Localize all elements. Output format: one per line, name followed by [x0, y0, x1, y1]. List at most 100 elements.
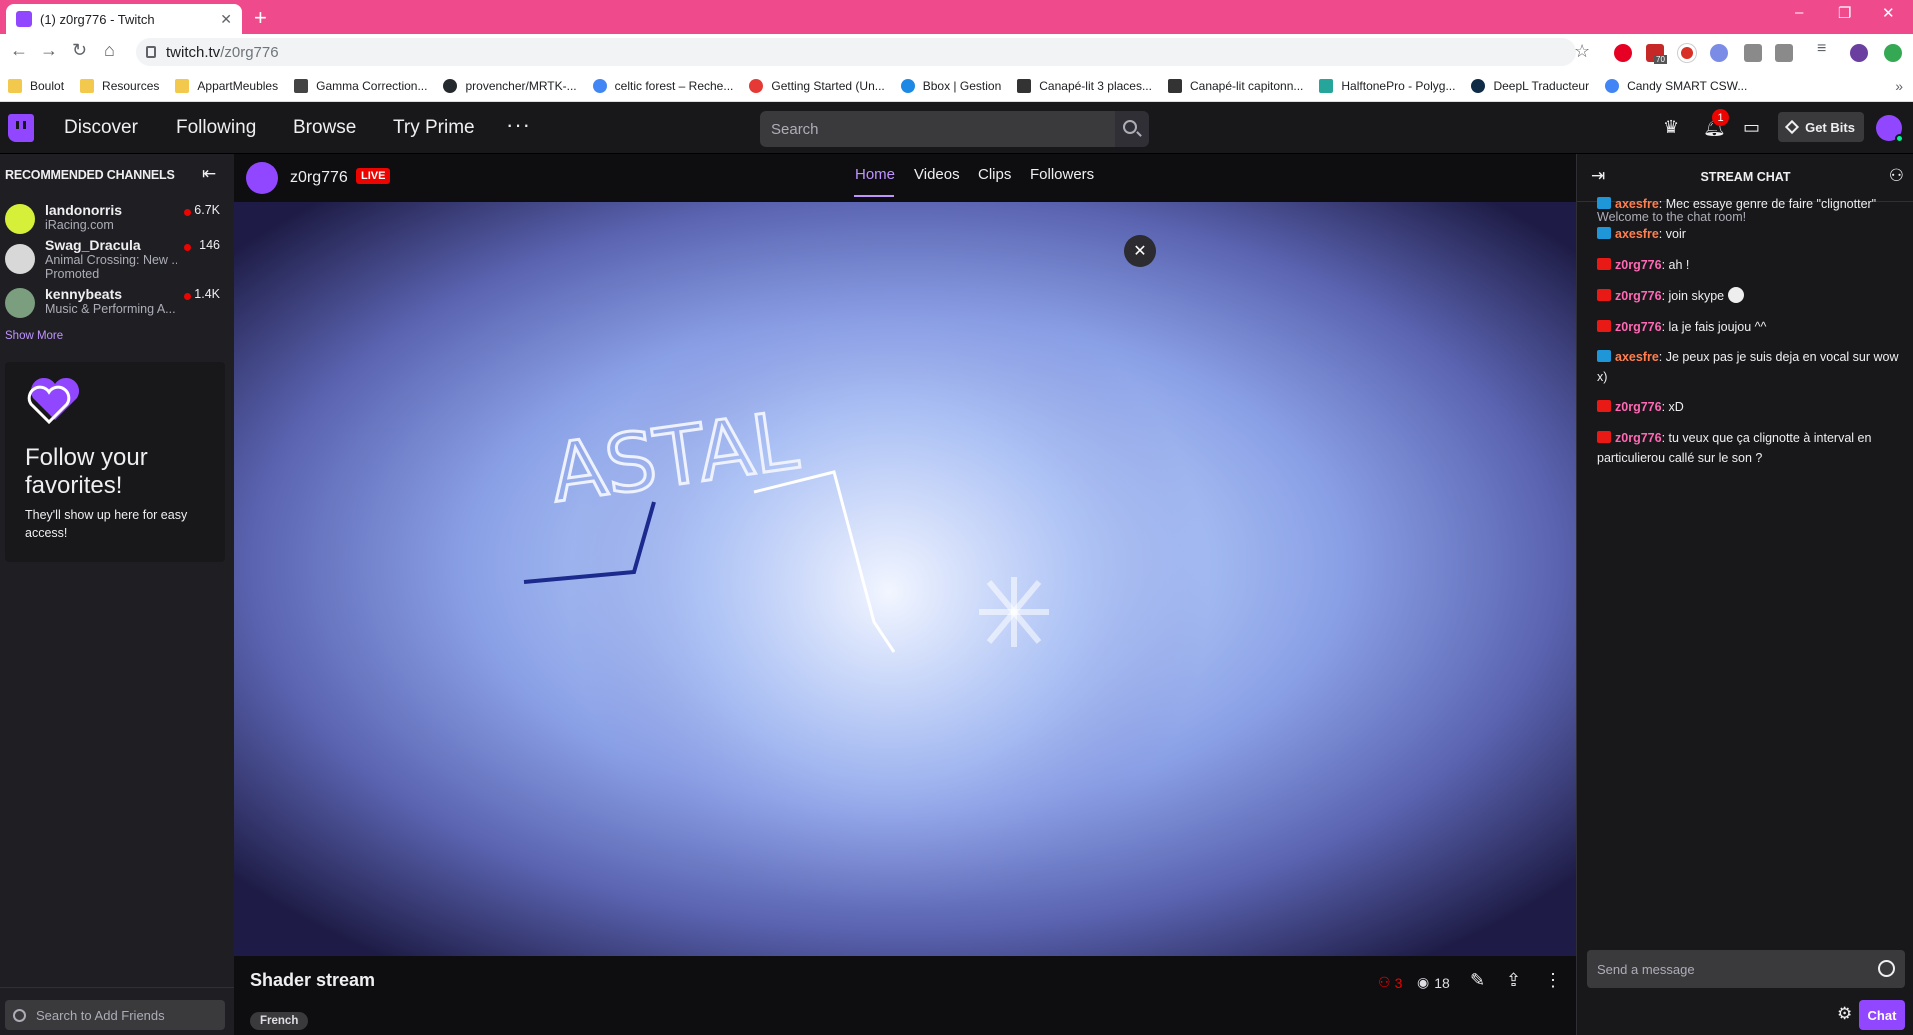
bookmark-item[interactable]: HalftonePro - Polyg...	[1319, 78, 1456, 93]
url-bar[interactable]: twitch.tv/z0rg776	[136, 38, 1576, 66]
extension-icon[interactable]	[1678, 44, 1696, 62]
bookmark-item[interactable]: Resources	[80, 78, 159, 93]
restore-button[interactable]: ❐	[1838, 4, 1851, 22]
more-bookmarks-icon[interactable]: »	[1895, 78, 1903, 94]
channel-avatar	[5, 288, 35, 318]
more-options-icon[interactable]: ···	[506, 112, 531, 138]
tab-close-icon[interactable]: ✕	[220, 11, 232, 28]
chat-settings-gear-icon[interactable]: ⚙	[1837, 1004, 1852, 1024]
bookmark-item[interactable]: Canapé-lit 3 places...	[1017, 78, 1152, 93]
language-tag[interactable]: French	[250, 1012, 309, 1030]
browser-tab[interactable]: (1) z0rg776 - Twitch ✕	[6, 4, 242, 34]
reload-icon[interactable]: ↻	[72, 40, 87, 61]
tab-home[interactable]: Home	[855, 166, 895, 183]
extension-icon[interactable]	[1744, 44, 1762, 62]
emote-icon[interactable]	[1728, 287, 1745, 303]
chat-username[interactable]: z0rg776	[1615, 400, 1662, 414]
broadcaster-badge-icon[interactable]	[1597, 431, 1611, 443]
nav-try-prime[interactable]: Try Prime	[393, 117, 475, 139]
twitch-logo-icon[interactable]	[8, 114, 34, 142]
bookmark-item[interactable]: DeepL Traducteur	[1471, 78, 1589, 93]
share-icon[interactable]: ⇪	[1506, 970, 1521, 991]
chat-username[interactable]: axesfre	[1615, 197, 1659, 211]
search-button[interactable]	[1115, 111, 1149, 147]
nav-discover[interactable]: Discover	[64, 117, 138, 139]
channel-avatar[interactable]	[246, 162, 278, 194]
chat-input[interactable]: Send a message	[1587, 950, 1905, 988]
channel-name[interactable]: z0rg776	[290, 169, 348, 187]
recommended-channel[interactable]: Swag_Dracula Animal Crossing: New ... Pr…	[0, 235, 234, 281]
broadcaster-badge-icon[interactable]	[1597, 400, 1611, 412]
bookmark-item[interactable]: Bbox | Gestion	[900, 78, 1001, 93]
tab-followers[interactable]: Followers	[1030, 166, 1094, 183]
video-player[interactable]: ASTAL ✕	[234, 202, 1576, 956]
chat-username[interactable]: z0rg776	[1615, 320, 1662, 334]
more-vertical-icon[interactable]: ⋮	[1544, 970, 1562, 991]
collapse-sidebar-icon[interactable]: ⇤	[202, 164, 216, 184]
vip-badge-icon[interactable]	[1597, 227, 1611, 239]
add-friends-search[interactable]: Search to Add Friends	[5, 1000, 225, 1030]
back-arrow-icon[interactable]: ←	[10, 40, 28, 61]
lock-icon	[146, 46, 156, 58]
home-icon[interactable]: ⌂	[104, 40, 115, 61]
bookmark-item[interactable]: Gamma Correction...	[294, 78, 427, 93]
bookmark-star-icon[interactable]: ☆	[1574, 41, 1590, 62]
bookmark-label: Candy SMART CSW...	[1627, 78, 1748, 93]
site-icon	[1167, 78, 1182, 93]
chat-users-icon[interactable]: ⚇	[1889, 166, 1904, 186]
bookmark-item[interactable]: provencher/MRTK-...	[443, 78, 577, 93]
tab-videos[interactable]: Videos	[914, 166, 960, 183]
promoted-label: Promoted	[45, 267, 100, 281]
stream-info-bar: Shader stream French ⚇ 3 ◉ 18 ✎ ⇪ ⋮	[234, 956, 1576, 1035]
reading-list-icon[interactable]: ≡	[1817, 40, 1826, 58]
bookmark-item[interactable]: Getting Started (Un...	[749, 78, 885, 93]
extension-icon[interactable]	[1775, 44, 1793, 62]
broadcaster-badge-icon[interactable]	[1597, 289, 1611, 301]
bookmark-item[interactable]: Canapé-lit capitonn...	[1167, 78, 1303, 93]
folder-icon	[8, 78, 22, 93]
pinterest-extension-icon[interactable]	[1614, 44, 1632, 62]
bookmark-label: HalftonePro - Polyg...	[1341, 78, 1456, 93]
close-window-button[interactable]: ✕	[1882, 4, 1895, 22]
search-input[interactable]: Search	[760, 111, 1115, 147]
forward-arrow-icon[interactable]: →	[40, 40, 58, 61]
chat-username[interactable]: axesfre	[1615, 350, 1659, 364]
vip-badge-icon[interactable]	[1597, 197, 1611, 209]
nav-browse[interactable]: Browse	[293, 117, 356, 139]
chat-title: STREAM CHAT	[1700, 170, 1791, 184]
chat-username[interactable]: z0rg776	[1615, 289, 1662, 303]
broadcaster-badge-icon[interactable]	[1597, 320, 1611, 332]
bookmark-item[interactable]: AppartMeubles	[175, 78, 278, 93]
browser-tab-strip: (1) z0rg776 - Twitch ✕ + – ❐ ✕	[0, 0, 1913, 34]
bookmark-item[interactable]: Boulot	[8, 78, 64, 93]
chat-username[interactable]: z0rg776	[1615, 431, 1662, 445]
recommended-channel[interactable]: kennybeats Music & Performing A... 1.4K	[0, 284, 234, 330]
bookmark-item[interactable]: celtic forest – Reche...	[592, 78, 733, 93]
search-icon	[1123, 120, 1137, 134]
chat-username[interactable]: axesfre	[1615, 227, 1659, 241]
show-more-link[interactable]: Show More	[5, 330, 63, 342]
bookmarks-bar: Boulot Resources AppartMeubles Gamma Cor…	[0, 70, 1913, 102]
online-status-dot	[1895, 134, 1904, 143]
crown-icon[interactable]: ♛	[1663, 117, 1679, 138]
emote-picker-icon[interactable]	[1878, 960, 1895, 977]
tab-clips[interactable]: Clips	[978, 166, 1011, 183]
vip-badge-icon[interactable]	[1597, 350, 1611, 362]
broadcaster-badge-icon[interactable]	[1597, 258, 1611, 270]
bookmark-item[interactable]: Candy SMART CSW...	[1605, 78, 1748, 93]
get-bits-button[interactable]: Get Bits	[1778, 112, 1864, 142]
chat-send-button[interactable]: Chat	[1859, 1000, 1905, 1030]
extension-badge: 70	[1654, 55, 1667, 64]
profile-avatar-icon[interactable]	[1850, 44, 1868, 62]
close-overlay-button[interactable]: ✕	[1124, 235, 1156, 267]
whispers-icon[interactable]: ▭	[1743, 117, 1760, 138]
minimize-button[interactable]: –	[1795, 4, 1803, 21]
new-tab-button[interactable]: +	[254, 5, 267, 31]
extension-icon[interactable]	[1710, 44, 1728, 62]
nav-following[interactable]: Following	[176, 117, 256, 139]
extension-icon[interactable]	[1884, 44, 1902, 62]
viewer-count-red-value: 3	[1394, 974, 1403, 991]
chat-username[interactable]: z0rg776	[1615, 258, 1662, 272]
edit-pencil-icon[interactable]: ✎	[1470, 970, 1485, 991]
user-avatar[interactable]	[1876, 115, 1904, 143]
